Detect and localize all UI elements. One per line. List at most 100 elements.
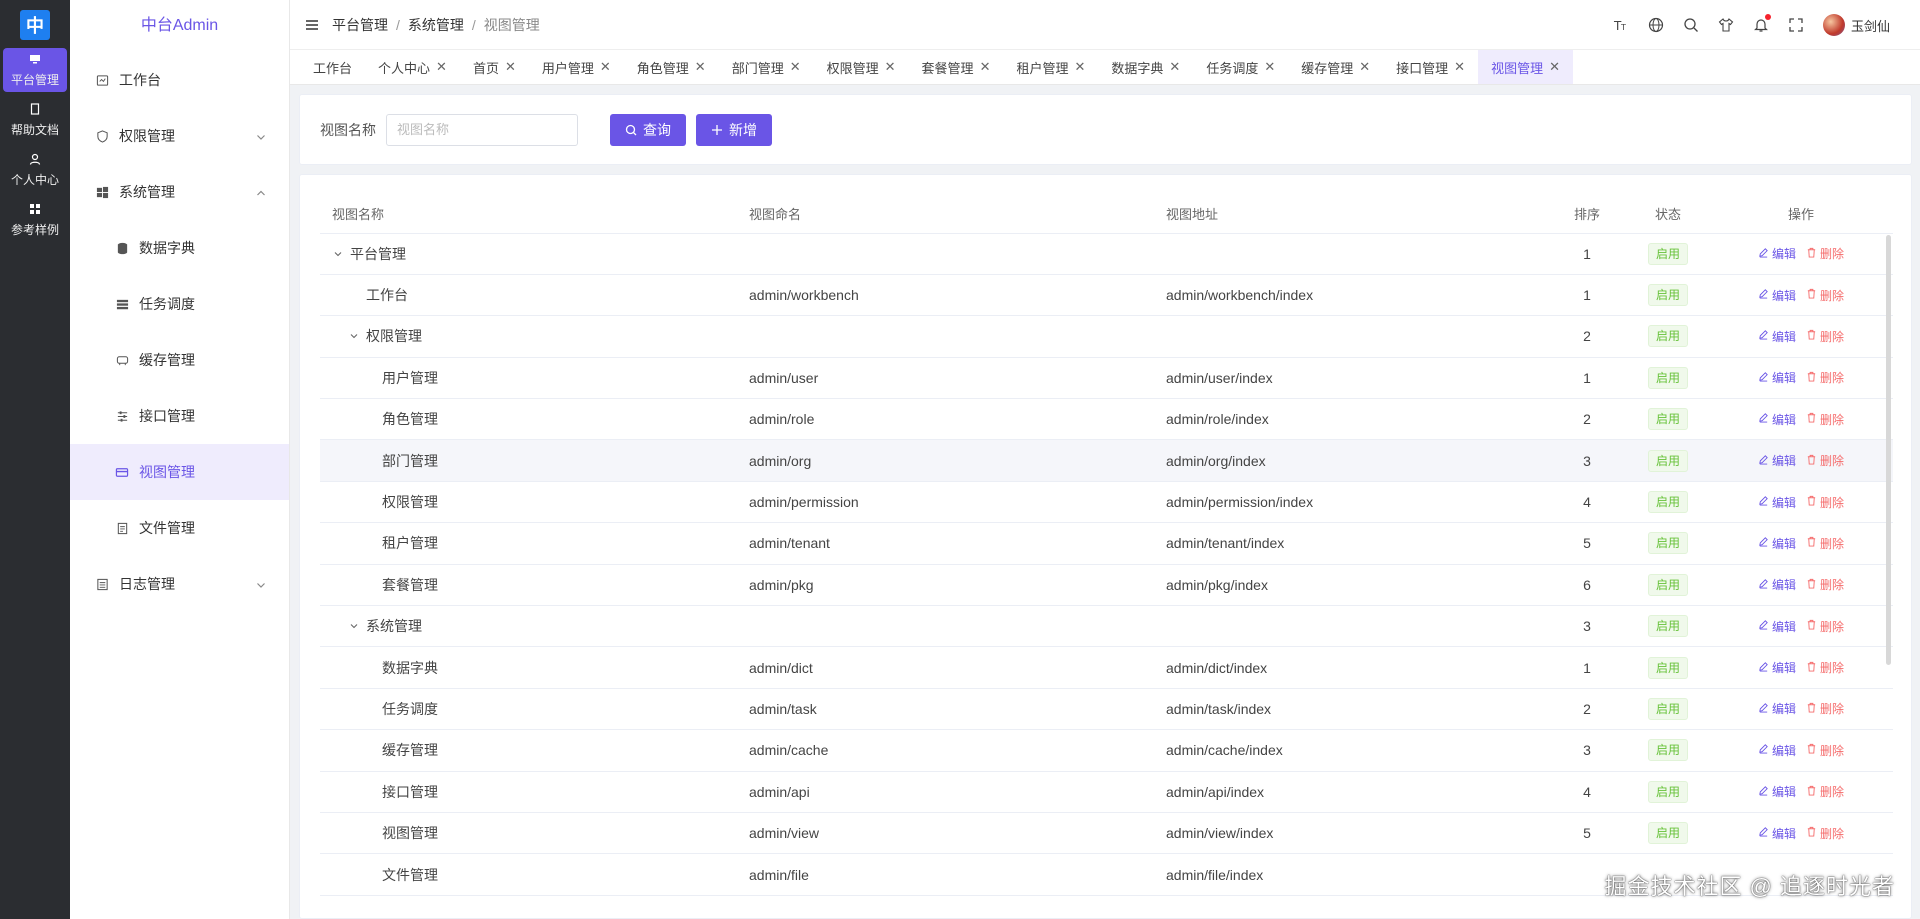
chevron-down-icon[interactable] <box>348 620 360 632</box>
sidebar-item[interactable]: 接口管理 <box>70 388 289 444</box>
tab[interactable]: 数据字典 ✕ <box>1098 50 1193 84</box>
edit-button[interactable]: 编辑 <box>1758 659 1796 676</box>
query-button[interactable]: 查询 <box>610 113 686 146</box>
delete-button[interactable]: 删除 <box>1806 411 1844 428</box>
sidebar-item[interactable]: 视图管理 <box>70 444 289 500</box>
chevron-down-icon[interactable] <box>348 330 360 342</box>
search-icon[interactable] <box>1683 17 1699 33</box>
close-icon[interactable]: ✕ <box>1169 59 1180 75</box>
tab[interactable]: 部门管理 ✕ <box>719 50 814 84</box>
bell-button[interactable] <box>1753 14 1771 33</box>
close-icon[interactable]: ✕ <box>695 59 706 75</box>
tab[interactable]: 角色管理 ✕ <box>624 50 719 84</box>
table-row[interactable]: 权限管理 2 启用 编辑 删除 <box>320 315 1893 358</box>
edit-button[interactable]: 编辑 <box>1758 411 1796 428</box>
edit-button[interactable]: 编辑 <box>1758 452 1796 469</box>
fullscreen-icon[interactable] <box>1788 17 1804 33</box>
edit-button[interactable]: 编辑 <box>1758 535 1796 552</box>
edit-button[interactable]: 编辑 <box>1758 369 1796 386</box>
breadcrumb-item[interactable]: 平台管理 <box>332 17 388 33</box>
table-row[interactable]: 工作台 admin/workbench admin/workbench/index 1… <box>320 274 1893 317</box>
delete-button[interactable]: 删除 <box>1806 287 1844 304</box>
delete-button[interactable]: 删除 <box>1806 576 1844 593</box>
rail-item[interactable]: 参考样例 <box>3 198 67 242</box>
table-row[interactable]: 接口管理 admin/api admin/api/index 4 启用 编辑 删除 <box>320 771 1893 813</box>
tab[interactable]: 租户管理 ✕ <box>1003 50 1098 84</box>
delete-button[interactable]: 删除 <box>1806 825 1844 842</box>
sidebar-item[interactable]: 任务调度 <box>70 276 289 332</box>
table-scrollbar[interactable] <box>1886 235 1891 665</box>
edit-button[interactable]: 编辑 <box>1758 700 1796 717</box>
tab[interactable]: 个人中心 ✕ <box>365 50 460 84</box>
globe-icon[interactable] <box>1648 17 1664 33</box>
table-row[interactable]: 权限管理 admin/permission admin/permission/ind… <box>320 481 1893 524</box>
table-row[interactable]: 数据字典 admin/dict admin/dict/index 1 启用 编辑 删除 <box>320 646 1893 689</box>
edit-button[interactable]: 编辑 <box>1758 742 1796 759</box>
table-row[interactable]: 部门管理 admin/org admin/org/index 3 启用 编辑 删除 <box>320 439 1893 482</box>
table-row[interactable]: 平台管理 1 启用 编辑 删除 <box>320 233 1893 275</box>
edit-button[interactable]: 编辑 <box>1758 576 1796 593</box>
sidebar-item[interactable]: 权限管理 <box>70 108 289 164</box>
sidebar-item[interactable]: 工作台 <box>70 52 289 108</box>
sidebar-item[interactable]: 缓存管理 <box>70 332 289 388</box>
rail-item[interactable]: 帮助文档 <box>3 98 67 142</box>
edit-button[interactable]: 编辑 <box>1758 245 1796 262</box>
sidebar-item[interactable]: 数据字典 <box>70 220 289 276</box>
sidebar-item[interactable]: 系统管理 <box>70 164 289 220</box>
table-row[interactable]: 套餐管理 admin/pkg admin/pkg/index 6 启用 编辑 删除 <box>320 564 1893 607</box>
tab[interactable]: 工作台 <box>300 50 365 84</box>
delete-button[interactable]: 删除 <box>1806 369 1844 386</box>
rail-item[interactable]: 个人中心 <box>3 148 67 192</box>
delete-button[interactable]: 删除 <box>1806 618 1844 635</box>
edit-button[interactable]: 编辑 <box>1758 328 1796 345</box>
tab[interactable]: 缓存管理 ✕ <box>1288 50 1383 84</box>
table-row[interactable]: 系统管理 3 启用 编辑 删除 <box>320 605 1893 648</box>
shirt-icon[interactable] <box>1718 17 1734 33</box>
close-icon[interactable]: ✕ <box>885 59 896 75</box>
tab[interactable]: 权限管理 ✕ <box>814 50 909 84</box>
close-icon[interactable]: ✕ <box>600 59 611 75</box>
edit-button[interactable]: 编辑 <box>1758 783 1796 800</box>
delete-button[interactable]: 删除 <box>1806 700 1844 717</box>
rail-item[interactable]: 平台管理 <box>3 48 67 92</box>
menu-toggle-icon[interactable] <box>304 17 320 33</box>
close-icon[interactable]: ✕ <box>505 59 516 75</box>
table-row[interactable]: 任务调度 admin/task admin/task/index 2 启用 编辑 删除 <box>320 688 1893 731</box>
tab[interactable]: 首页 ✕ <box>460 50 529 84</box>
close-icon[interactable]: ✕ <box>980 59 991 75</box>
edit-button[interactable]: 编辑 <box>1758 825 1796 842</box>
tab[interactable]: 套餐管理 ✕ <box>909 50 1004 84</box>
delete-button[interactable]: 删除 <box>1806 742 1844 759</box>
delete-button[interactable]: 删除 <box>1806 783 1844 800</box>
sidebar-item[interactable]: 文件管理 <box>70 500 289 556</box>
user-menu[interactable]: 玉剑仙 <box>1822 14 1890 36</box>
edit-button[interactable]: 编辑 <box>1758 494 1796 511</box>
close-icon[interactable]: ✕ <box>1549 59 1560 75</box>
tab[interactable]: 用户管理 ✕ <box>529 50 624 84</box>
add-button[interactable]: 新增 <box>696 113 772 146</box>
breadcrumb-item[interactable]: 系统管理 <box>408 17 464 33</box>
close-icon[interactable]: ✕ <box>1074 59 1085 75</box>
tab[interactable]: 任务调度 ✕ <box>1193 50 1288 84</box>
delete-button[interactable]: 删除 <box>1806 452 1844 469</box>
table-row[interactable]: 缓存管理 admin/cache admin/cache/index 3 启用 编辑 删除 <box>320 729 1893 772</box>
close-icon[interactable]: ✕ <box>436 59 447 75</box>
close-icon[interactable]: ✕ <box>1264 59 1275 75</box>
delete-button[interactable]: 删除 <box>1806 659 1844 676</box>
delete-button[interactable]: 删除 <box>1806 328 1844 345</box>
close-icon[interactable]: ✕ <box>1454 59 1465 75</box>
delete-button[interactable]: 删除 <box>1806 245 1844 262</box>
view-name-input[interactable] <box>386 113 578 146</box>
sidebar-item[interactable]: 日志管理 <box>70 556 289 612</box>
close-icon[interactable]: ✕ <box>790 59 801 75</box>
chevron-down-icon[interactable] <box>332 248 344 260</box>
edit-button[interactable]: 编辑 <box>1758 618 1796 635</box>
table-row[interactable]: 视图管理 admin/view admin/view/index 5 启用 编辑 删除 <box>320 812 1893 855</box>
table-row[interactable]: 角色管理 admin/role admin/role/index 2 启用 编辑 删除 <box>320 398 1893 441</box>
delete-button[interactable]: 删除 <box>1806 535 1844 552</box>
table-row[interactable]: 用户管理 admin/user admin/user/index 1 启用 编辑 删除 <box>320 357 1893 400</box>
table-row[interactable]: 租户管理 admin/tenant admin/tenant/index 5 启用 编辑 删… <box>320 522 1893 565</box>
edit-button[interactable]: 编辑 <box>1758 287 1796 304</box>
font-size-icon[interactable]: TT <box>1613 17 1629 33</box>
tab[interactable]: 接口管理 ✕ <box>1383 50 1478 84</box>
